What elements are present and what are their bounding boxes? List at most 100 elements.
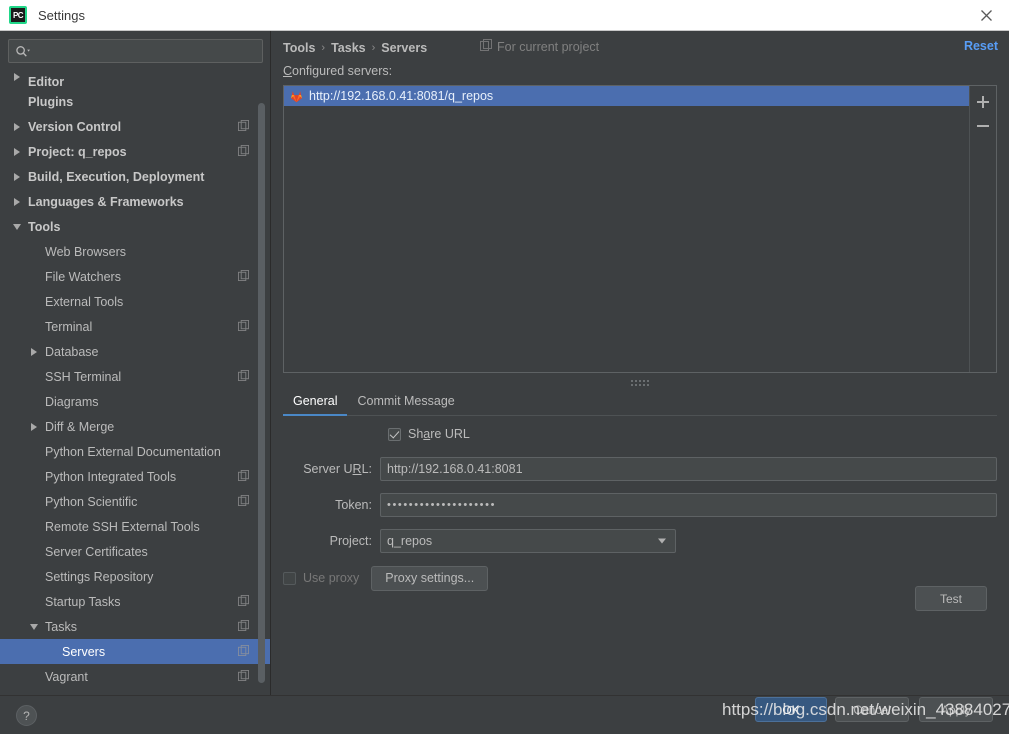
sidebar-item-python-external-documentation[interactable]: Python External Documentation	[0, 439, 270, 464]
sidebar-item-servers[interactable]: Servers	[0, 639, 270, 664]
ok-button[interactable]: OK	[755, 697, 827, 722]
test-button[interactable]: Test	[915, 586, 987, 611]
sidebar-item-project-q-repos[interactable]: Project: q_repos	[0, 139, 270, 164]
sidebar-item-label: Database	[45, 344, 99, 359]
server-detail-tabs[interactable]: General Commit Message	[283, 387, 997, 416]
servers-settings-panel: Tools › Tasks › Servers For current project …	[272, 31, 1009, 695]
settings-sync-icon	[238, 619, 249, 634]
settings-tree[interactable]: Editor Plugins Version Control Project: q_r…	[0, 72, 270, 695]
sidebar-item-tasks[interactable]: Tasks	[0, 614, 270, 639]
chevron-right-icon[interactable]	[10, 114, 24, 139]
server-list-item[interactable]: http://192.168.0.41:8081/q_repos	[284, 86, 969, 106]
reset-link[interactable]: Reset	[964, 39, 998, 53]
sidebar-item-vagrant[interactable]: Vagrant	[0, 664, 270, 689]
server-url-input[interactable]	[380, 457, 997, 481]
use-proxy-checkbox[interactable]	[283, 571, 296, 585]
sidebar-item-label: Plugins	[28, 94, 74, 109]
server-general-form: Share URL Server URL: Token: Project: q_…	[283, 423, 997, 591]
sidebar-item-python-integrated-tools[interactable]: Python Integrated Tools	[0, 464, 270, 489]
help-icon[interactable]: ?	[16, 705, 37, 726]
tree-arrow-placeholder	[27, 364, 41, 389]
sidebar-item-settings-repository[interactable]: Settings Repository	[0, 564, 270, 589]
plus-icon	[977, 96, 989, 108]
sidebar-item-web-browsers[interactable]: Web Browsers	[0, 239, 270, 264]
sidebar-item-diff-merge[interactable]: Diff & Merge	[0, 414, 270, 439]
sidebar-item-label: Diff & Merge	[45, 419, 115, 434]
sidebar-item-python-scientific[interactable]: Python Scientific	[0, 489, 270, 514]
sidebar-item-label: Python Scientific	[45, 494, 138, 509]
chevron-right-icon[interactable]	[10, 139, 24, 164]
sidebar-item-label: Remote SSH External Tools	[45, 519, 200, 534]
breadcrumb: Tools › Tasks › Servers	[283, 39, 427, 57]
settings-sync-icon	[238, 469, 249, 484]
sidebar-item-startup-tasks[interactable]: Startup Tasks	[0, 589, 270, 614]
chevron-right-icon[interactable]	[27, 339, 41, 364]
sidebar-item-tools[interactable]: Tools	[0, 214, 270, 239]
sidebar-item-languages-frameworks[interactable]: Languages & Frameworks	[0, 189, 270, 214]
proxy-settings-button[interactable]: Proxy settings...	[371, 565, 489, 591]
share-url-checkbox[interactable]	[388, 427, 401, 441]
sidebar-item-server-certificates[interactable]: Server Certificates	[0, 539, 270, 564]
tab-commit-message[interactable]: Commit Message	[347, 394, 464, 415]
sidebar-item-label: Languages & Frameworks	[28, 194, 184, 209]
project-row: Project: q_repos	[283, 529, 997, 553]
configured-servers-panel: http://192.168.0.41:8081/q_repos	[283, 85, 997, 373]
sidebar-item-label: Server Certificates	[45, 544, 148, 559]
sidebar-item-label: Web Browsers	[45, 244, 127, 259]
settings-sidebar: Editor Plugins Version Control Project: q_r…	[0, 31, 271, 695]
breadcrumb-item-tools[interactable]: Tools	[283, 41, 315, 55]
sidebar-item-label: Editor	[28, 75, 65, 89]
sidebar-item-ssh-terminal[interactable]: SSH Terminal	[0, 364, 270, 389]
apply-button[interactable]: Apply	[919, 697, 993, 722]
tree-arrow-placeholder	[27, 589, 41, 614]
tree-arrow-placeholder	[27, 664, 41, 689]
chevron-right-icon[interactable]	[10, 189, 24, 214]
close-icon[interactable]	[963, 0, 1009, 30]
server-list-item-label: http://192.168.0.41:8081/q_repos	[309, 89, 494, 103]
search-input[interactable]	[8, 39, 263, 63]
sidebar-item-diagrams[interactable]: Diagrams	[0, 389, 270, 414]
settings-sync-icon	[238, 119, 249, 134]
project-scope-icon	[480, 39, 492, 54]
sidebar-scrollbar[interactable]	[258, 103, 265, 683]
add-server-button[interactable]	[971, 90, 996, 114]
chevron-right-icon[interactable]	[10, 72, 24, 89]
search-icon	[15, 45, 30, 58]
share-url-row: Share URL	[283, 423, 997, 445]
sidebar-item-build-execution-deployment[interactable]: Build, Execution, Deployment	[0, 164, 270, 189]
sidebar-item-terminal[interactable]: Terminal	[0, 314, 270, 339]
sidebar-item-plugins[interactable]: Plugins	[0, 89, 270, 114]
panel-splitter[interactable]	[283, 375, 997, 387]
server-url-row: Server URL:	[283, 457, 997, 481]
tree-arrow-placeholder	[27, 514, 41, 539]
sidebar-item-file-watchers[interactable]: File Watchers	[0, 264, 270, 289]
sidebar-item-label: Build, Execution, Deployment	[28, 169, 205, 184]
sidebar-item-database[interactable]: Database	[0, 339, 270, 364]
sidebar-item-editor[interactable]: Editor	[0, 72, 270, 89]
token-input[interactable]	[380, 493, 997, 517]
sidebar-item-external-tools[interactable]: External Tools	[0, 289, 270, 314]
project-dropdown[interactable]: q_repos	[380, 529, 676, 553]
tree-arrow-placeholder	[10, 89, 24, 114]
sidebar-item-label: Servers	[62, 644, 106, 659]
configured-servers-list[interactable]: http://192.168.0.41:8081/q_repos	[284, 86, 969, 372]
sidebar-item-remote-ssh-external-tools[interactable]: Remote SSH External Tools	[0, 514, 270, 539]
breadcrumb-item-servers[interactable]: Servers	[381, 41, 427, 55]
remove-server-button[interactable]	[971, 114, 996, 138]
chevron-right-icon[interactable]	[27, 414, 41, 439]
chevron-right-icon[interactable]	[10, 164, 24, 189]
splitter-grip-icon	[631, 380, 649, 382]
breadcrumb-item-tasks[interactable]: Tasks	[331, 41, 366, 55]
use-proxy-label: Use proxy	[303, 571, 360, 585]
tree-arrow-placeholder	[27, 389, 41, 414]
sidebar-item-label: Tools	[28, 219, 61, 234]
cancel-button[interactable]: Cancel	[835, 697, 909, 722]
chevron-down-icon[interactable]	[10, 214, 24, 239]
chevron-down-icon[interactable]	[27, 614, 41, 639]
sidebar-item-label: External Tools	[45, 294, 124, 309]
sidebar-item-label: Diagrams	[45, 394, 99, 409]
tab-general[interactable]: General	[283, 394, 348, 416]
minus-icon	[977, 125, 989, 127]
tree-arrow-placeholder	[27, 439, 41, 464]
sidebar-item-version-control[interactable]: Version Control	[0, 114, 270, 139]
